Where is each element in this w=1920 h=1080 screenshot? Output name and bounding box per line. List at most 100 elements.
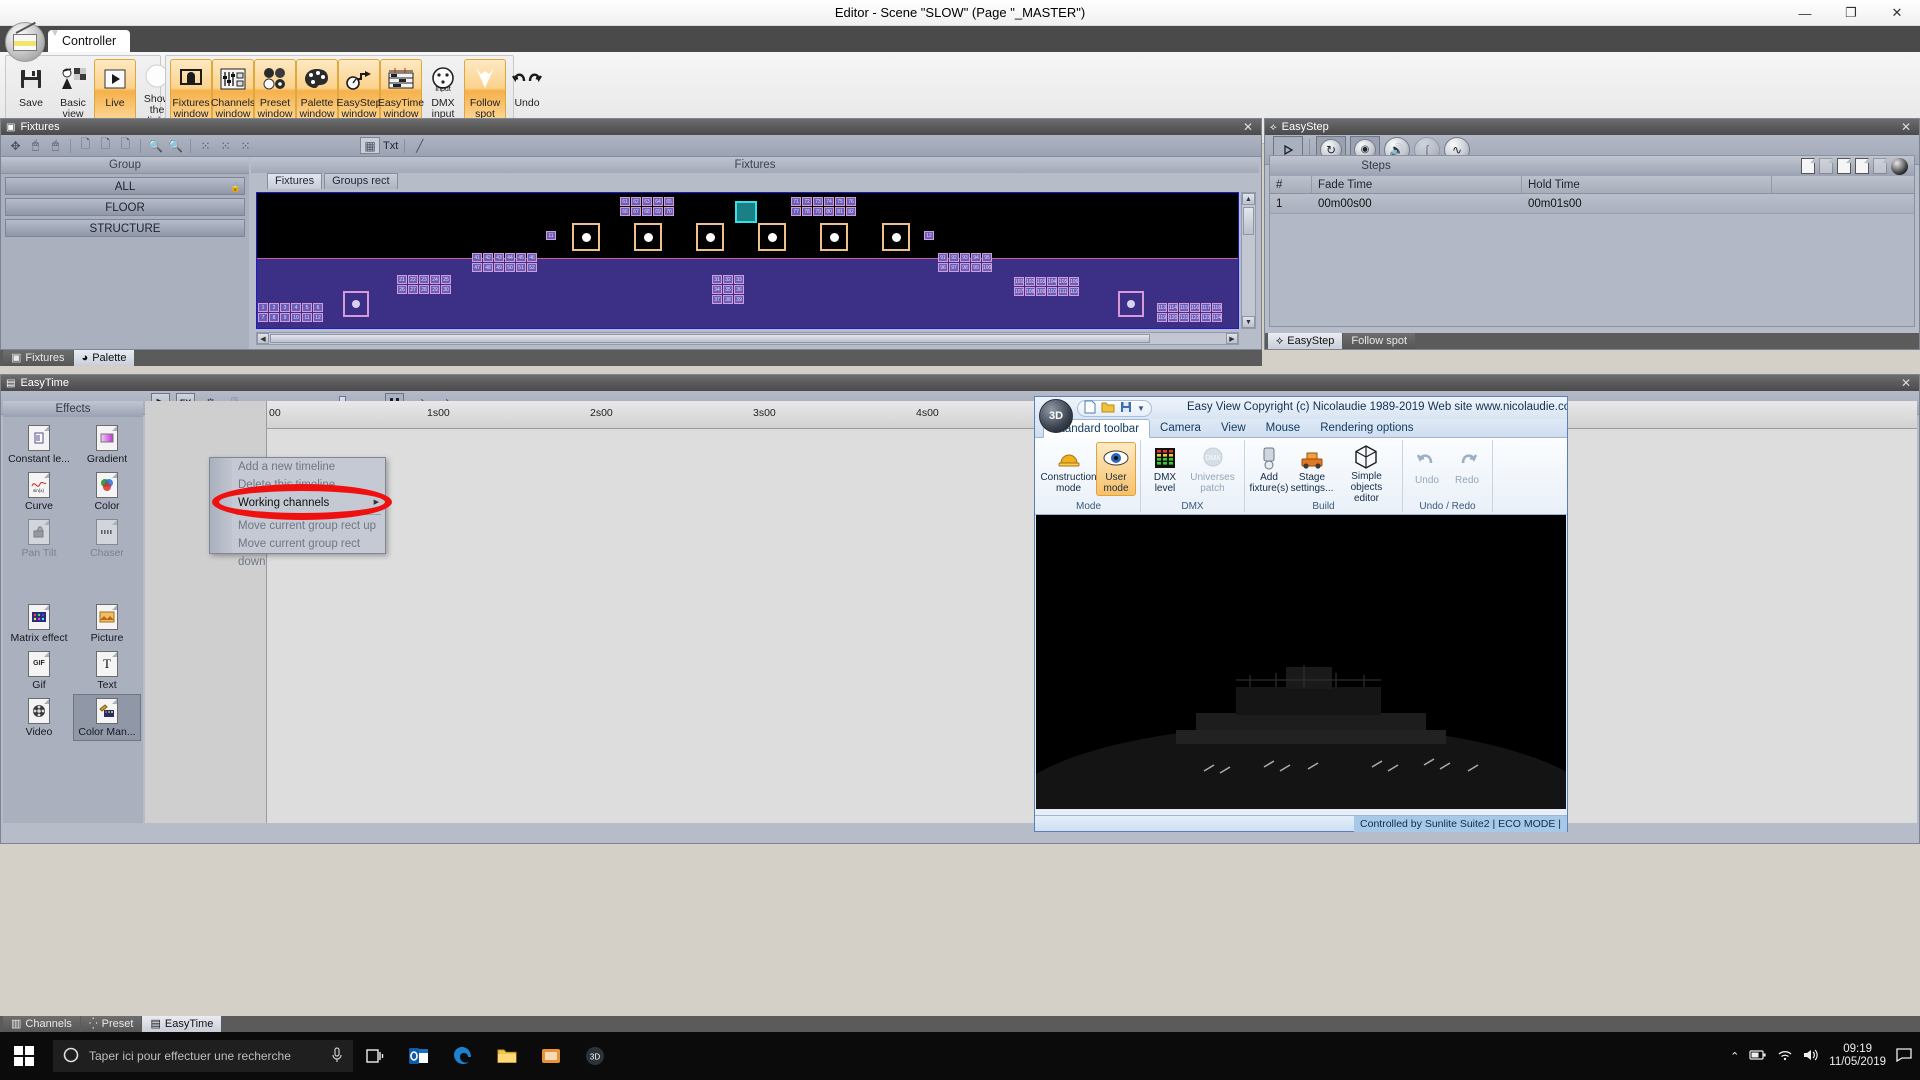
- save-button[interactable]: Save: [10, 59, 52, 123]
- stage-fixture-small[interactable]: 70: [664, 207, 674, 216]
- dmx-input-button[interactable]: Input DMX input: [422, 59, 464, 123]
- mouse-icon[interactable]: 🖱: [27, 137, 44, 154]
- stage-fixture-small[interactable]: 47: [472, 263, 482, 272]
- easystep-window-button[interactable]: EasyStep window: [337, 59, 381, 123]
- stage-fixture-small[interactable]: 117: [1201, 303, 1211, 312]
- effect-text[interactable]: T Text: [73, 647, 141, 694]
- stage-fixture-small[interactable]: 124: [1212, 313, 1222, 322]
- simple-objects-editor-button[interactable]: Simple objects editor: [1335, 442, 1398, 504]
- stage-fixture-small[interactable]: 24: [430, 275, 440, 284]
- save-icon[interactable]: [1120, 401, 1132, 416]
- dots3-icon[interactable]: ⁙: [237, 137, 254, 154]
- stage-fixture-small[interactable]: 100: [982, 263, 992, 272]
- taskbar-clock[interactable]: 09:19 11/05/2019: [1829, 1043, 1886, 1069]
- add-fixture-button[interactable]: Add fixture(s): [1249, 442, 1289, 496]
- stage-fixture-small[interactable]: 112: [1069, 287, 1079, 296]
- dmx-level-button[interactable]: DMX level: [1145, 442, 1185, 496]
- new-file-icon[interactable]: [1084, 400, 1096, 417]
- stage-fixture-small[interactable]: 76: [846, 197, 856, 206]
- stage-fixture-small[interactable]: 50: [505, 263, 515, 272]
- search-input[interactable]: Taper ici pour effectuer une recherche: [53, 1040, 353, 1072]
- stage-fixture-small[interactable]: 116: [1190, 303, 1200, 312]
- effect-color[interactable]: Color: [73, 468, 141, 515]
- stage-fixture-small[interactable]: 22: [408, 275, 418, 284]
- universes-patch-button[interactable]: DMX Universes patch: [1185, 442, 1240, 496]
- cut-step-icon[interactable]: [1837, 158, 1851, 174]
- effect-gif[interactable]: GIF Gif: [5, 647, 73, 694]
- stage-fixture-small[interactable]: 108: [1025, 287, 1035, 296]
- stage-fixture-small[interactable]: 104: [1047, 277, 1057, 286]
- easyview-undo-button[interactable]: Undo: [1407, 442, 1447, 496]
- delete-doc-icon[interactable]: 🗋: [97, 137, 114, 154]
- palette-window-button[interactable]: Palette window: [296, 59, 338, 123]
- stage-fixture-small[interactable]: 49: [494, 263, 504, 272]
- group-item-floor[interactable]: FLOOR: [5, 198, 245, 216]
- stage-fixture-small[interactable]: 37: [712, 295, 722, 304]
- chevron-down-icon[interactable]: ▼: [1137, 404, 1145, 413]
- stage-fixture-small[interactable]: 36: [734, 285, 744, 294]
- fixtures-panel-close-icon[interactable]: ✕: [1240, 120, 1256, 134]
- easytime-panel-close-icon[interactable]: ✕: [1898, 376, 1914, 390]
- stage-fixture-small[interactable]: 105: [1058, 277, 1068, 286]
- maximize-button[interactable]: ❐: [1828, 0, 1874, 26]
- effect-color-manager[interactable]: Color Man...: [73, 694, 141, 741]
- effect-pan-tilt[interactable]: Pan Tilt: [5, 515, 73, 562]
- basic-view-button[interactable]: Basic view: [52, 59, 94, 123]
- stage-fixture-small[interactable]: 63: [642, 197, 652, 206]
- stage-fixture-small[interactable]: 67: [631, 207, 641, 216]
- group-item-structure[interactable]: STRUCTURE: [5, 219, 245, 237]
- stage-fixture-small[interactable]: 123: [1201, 313, 1211, 322]
- zoom-in-icon[interactable]: 🔍: [167, 137, 184, 154]
- stage-fixture-small[interactable]: 8: [269, 313, 279, 322]
- dots-icon[interactable]: ⁙: [197, 137, 214, 154]
- easyview-3d-viewport[interactable]: [1036, 515, 1566, 809]
- scroll-up-arrow-icon[interactable]: ▲: [1242, 193, 1255, 205]
- stage-fixture-small[interactable]: 107: [1014, 287, 1024, 296]
- stage-fixture-small[interactable]: 65: [664, 197, 674, 206]
- stage-fixture-small[interactable]: 72: [802, 197, 812, 206]
- stage-fixture-small[interactable]: 101: [1014, 277, 1024, 286]
- stage-fixture-small[interactable]: 62: [631, 197, 641, 206]
- stage-fixture-small[interactable]: 9: [280, 313, 290, 322]
- edit-step-icon[interactable]: [1873, 158, 1887, 174]
- stage-fixture-small[interactable]: 45: [516, 253, 526, 262]
- bottom-tab-channels[interactable]: ▥ Channels: [3, 1016, 80, 1032]
- stage-fixture-small[interactable]: 38: [723, 295, 733, 304]
- stage-fixture-small[interactable]: 34: [712, 285, 722, 294]
- line-tool-icon[interactable]: ╱: [411, 137, 428, 154]
- clock-icon[interactable]: [1891, 157, 1908, 175]
- stage-fixture-small[interactable]: 12: [924, 231, 934, 240]
- stage-fixture-small[interactable]: 103: [1036, 277, 1046, 286]
- chevron-up-icon[interactable]: ⌃: [1730, 1050, 1739, 1063]
- bottom-tab-follow-spot[interactable]: Follow spot: [1343, 333, 1416, 349]
- channels-window-button[interactable]: Channels window: [211, 59, 255, 123]
- stage-fixture-small[interactable]: 32: [723, 275, 733, 284]
- preset-window-button[interactable]: Preset window: [254, 59, 296, 123]
- timeline-context-menu[interactable]: Add a new timeline Delete this timeline …: [209, 457, 386, 568]
- new-doc-icon[interactable]: 🗋: [77, 137, 94, 154]
- stage-fixture[interactable]: [634, 223, 662, 251]
- stage-fixture-small[interactable]: 30: [441, 285, 451, 294]
- easytime-window-button[interactable]: EasyTime window: [378, 59, 424, 123]
- stage-fixture-small[interactable]: 93: [960, 253, 970, 262]
- context-menu-item-move-group-down[interactable]: Move current group rect down: [210, 535, 385, 568]
- stage-fixture-small[interactable]: 61: [620, 197, 630, 206]
- easyview-app-badge[interactable]: 3D: [1039, 399, 1073, 433]
- stage-fixture-small[interactable]: 51: [516, 263, 526, 272]
- edge-icon[interactable]: [441, 1032, 485, 1080]
- stage-fixture-small[interactable]: 44: [505, 253, 515, 262]
- stage-fixture-small[interactable]: 109: [1036, 287, 1046, 296]
- zoom-out-icon[interactable]: 🔍: [147, 137, 164, 154]
- stage-vertical-scrollbar[interactable]: ▲ ▼: [1241, 192, 1256, 329]
- stage-fixture-small[interactable]: 26: [397, 285, 407, 294]
- tab-view[interactable]: View: [1211, 419, 1256, 438]
- stage-fixture-small[interactable]: 46: [527, 253, 537, 262]
- stage-fixture-small[interactable]: 3: [280, 303, 290, 312]
- stage-fixture-small[interactable]: 71: [791, 197, 801, 206]
- stage-fixture-small[interactable]: 28: [419, 285, 429, 294]
- move-icon[interactable]: ✥: [7, 137, 24, 154]
- close-button[interactable]: ✕: [1874, 0, 1920, 26]
- delete-step-icon[interactable]: [1819, 158, 1833, 174]
- sunlite-icon[interactable]: [529, 1032, 573, 1080]
- bottom-tab-easystep[interactable]: ⟡ EasyStep: [1268, 333, 1343, 349]
